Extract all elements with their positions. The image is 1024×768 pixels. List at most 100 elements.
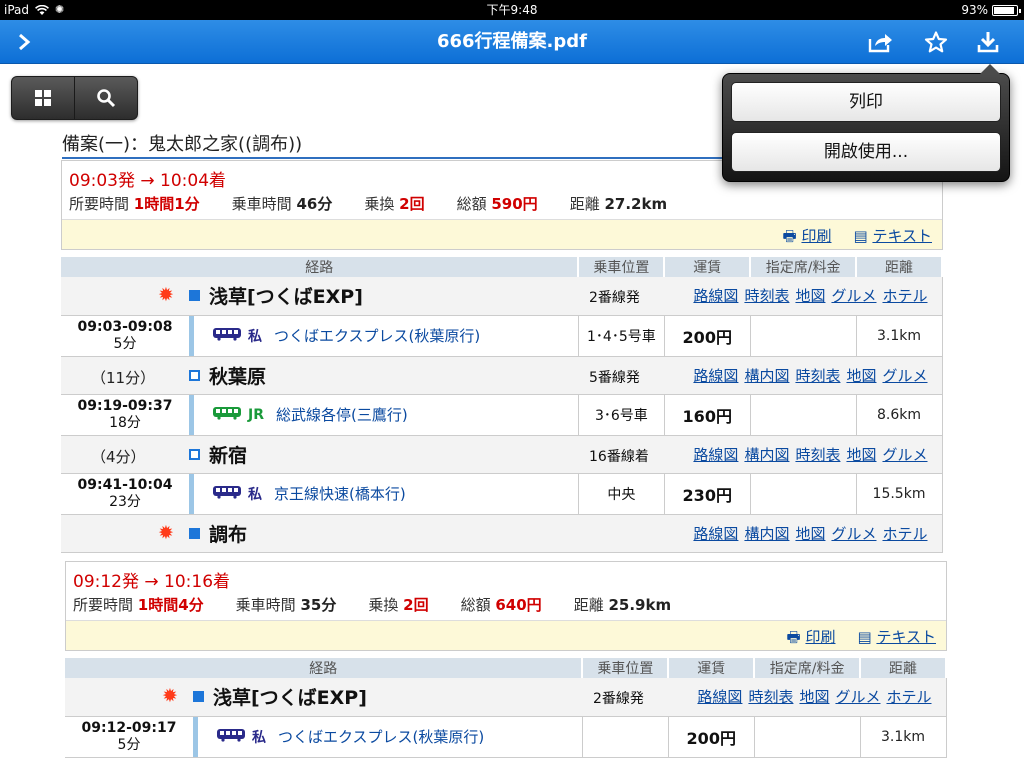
print-link-label: 印刷 xyxy=(801,227,832,245)
station-row: ✹ 調布 路線図 構内図 地図 グルメ ホテル xyxy=(61,514,943,553)
reserved-seat-fee xyxy=(750,473,857,515)
station-name: 秋葉原 xyxy=(209,365,267,388)
column-header: 距離 xyxy=(856,257,943,277)
ride-cell-inner: 09:41-10:04 23分私京王線快速(橋本行) xyxy=(61,473,578,514)
line-name-link[interactable]: 京王線快速(橋本行) xyxy=(274,483,406,504)
battery-icon xyxy=(992,4,1021,16)
open-in-button[interactable]: 開啟使用... xyxy=(731,132,1001,172)
ride-label: 乗車時間 xyxy=(231,195,292,213)
text-link[interactable]: ▤ テキスト xyxy=(853,225,932,251)
ride-time-block: 09:19-09:37 18分 xyxy=(61,395,189,435)
station-link[interactable]: 地図 xyxy=(799,688,829,706)
train-line: 私つくばエクスプレス(秋葉原行) xyxy=(189,315,578,356)
ride-row: 09:03-09:08 5分私つくばエクスプレス(秋葉原行) 1･4･5号車 200円… xyxy=(61,315,943,357)
route-table: 経路 乗車位置 運賃 指定席/料金 距離 ✹ 浅草[つくばEXP] 2番線発 路線図 時刻表 地図グ… xyxy=(65,658,947,758)
total-label: 総額 xyxy=(460,596,491,614)
fare: 200円 xyxy=(668,716,755,758)
line-name-link[interactable]: つくばエクスプレス(秋葉原行) xyxy=(278,726,484,747)
station-row: ✹ 浅草[つくばEXP] 2番線発 路線図 時刻表 地図 グルメ ホテル xyxy=(61,277,943,316)
station-cell: ✹ 調布 xyxy=(61,514,665,553)
station-link[interactable]: グルメ xyxy=(831,287,876,305)
fare: 230円 xyxy=(664,473,751,515)
navigation-bar: 666行程備案.pdf xyxy=(0,20,1024,64)
station-link[interactable]: 時刻表 xyxy=(795,446,840,464)
bookmark-button[interactable] xyxy=(920,26,952,58)
operator-badge: 私 xyxy=(252,729,266,746)
ride-value: 46分 xyxy=(296,195,333,213)
route-stats: 所要時間 1時間4分 乗車時間 35分 乗換 2回 総額 640円 距離 25.9km xyxy=(73,594,671,615)
station-links: 路線図 構内図 地図 グルメ ホテル xyxy=(664,514,943,553)
printer-icon: 🖶 xyxy=(782,227,802,245)
station-name: 新宿 xyxy=(209,444,248,467)
station-link[interactable]: ホテル xyxy=(882,287,927,305)
viewer-toolbar xyxy=(11,76,138,120)
ride-duration: 18分 xyxy=(109,414,141,431)
station-cell: ✹ 浅草[つくばEXP] 2番線発 xyxy=(65,678,669,717)
station-link[interactable]: 地図 xyxy=(846,446,876,464)
route-actions: 🖶 印刷 ▤ テキスト xyxy=(783,225,932,251)
duration-label: 所要時間 xyxy=(69,195,130,213)
ride-time: 09:19-09:37 xyxy=(77,397,173,414)
station-link[interactable]: グルメ xyxy=(831,525,876,543)
station-link[interactable]: 路線図 xyxy=(697,688,742,706)
station-link[interactable]: グルメ xyxy=(835,688,880,706)
table-header-row: 経路 乗車位置 運賃 指定席/料金 距離 xyxy=(61,257,943,277)
grid-icon xyxy=(35,90,51,106)
station-link[interactable]: 路線図 xyxy=(693,287,738,305)
download-button[interactable] xyxy=(972,26,1004,58)
station-link[interactable]: 時刻表 xyxy=(744,287,789,305)
reserved-seat-fee xyxy=(754,716,861,758)
share-button[interactable] xyxy=(864,26,896,58)
text-link[interactable]: ▤ テキスト xyxy=(857,626,936,652)
line-name-link[interactable]: つくばエクスプレス(秋葉原行) xyxy=(274,325,480,346)
station-link[interactable]: 時刻表 xyxy=(748,688,793,706)
station-row: （4分） 新宿 16番線着 路線図 構内図 時刻表 地図 グルメ xyxy=(61,435,943,474)
share-icon xyxy=(868,34,892,53)
station-square-icon xyxy=(189,290,200,301)
station-link[interactable]: ホテル xyxy=(882,525,927,543)
station-link[interactable]: 構内図 xyxy=(744,525,789,543)
status-bar: iPad ✺ 下午9:48 93% xyxy=(0,0,1024,20)
plan-title: 備案(一)：鬼太郎之家((調布)) xyxy=(62,134,303,155)
ride-cell: 09:03-09:08 5分私つくばエクスプレス(秋葉原行) xyxy=(61,315,579,357)
station-link[interactable]: 地図 xyxy=(846,367,876,385)
station-link[interactable]: 路線図 xyxy=(693,525,738,543)
ride-cell: 09:12-09:17 5分私つくばエクスプレス(秋葉原行) xyxy=(65,716,583,758)
ride-time-block: 09:41-10:04 23分 xyxy=(61,474,189,514)
print-link[interactable]: 🖶 印刷 xyxy=(787,626,836,652)
station-row: ✹ 浅草[つくばEXP] 2番線発 路線図 時刻表 地図 グルメ ホテル xyxy=(65,678,947,717)
station-link[interactable]: 構内図 xyxy=(744,446,789,464)
station-link[interactable]: 路線図 xyxy=(693,446,738,464)
duration-value: 1時間1分 xyxy=(133,195,200,213)
transfer-square-icon xyxy=(189,448,200,460)
line-name-link[interactable]: 総武線各停(三鷹行) xyxy=(276,404,408,425)
column-header: 乗車位置 xyxy=(578,257,666,277)
star-icon xyxy=(924,31,948,53)
thumbnails-button[interactable] xyxy=(12,77,74,119)
station-link[interactable]: 地図 xyxy=(795,287,825,305)
print-link[interactable]: 🖶 印刷 xyxy=(783,225,832,251)
print-button[interactable]: 列印 xyxy=(731,82,1001,122)
distance-value: 25.9km xyxy=(608,596,672,614)
station-name: 浅草[つくばEXP] xyxy=(213,687,367,710)
distance-label: 距離 xyxy=(573,596,604,614)
route-actions-bar: 🖶 印刷 ▤ テキスト xyxy=(66,620,946,650)
boarding-position xyxy=(582,716,669,758)
ride-duration: 23分 xyxy=(109,493,141,510)
station-link[interactable]: 時刻表 xyxy=(795,367,840,385)
station-square-icon xyxy=(189,527,200,539)
station-link[interactable]: ホテル xyxy=(886,688,931,706)
station-link[interactable]: 地図 xyxy=(795,525,825,543)
station-link[interactable]: グルメ xyxy=(882,446,927,464)
station-cell: （4分） 新宿 16番線着 xyxy=(61,435,665,474)
train-line: JR 総武線各停(三鷹行) xyxy=(189,394,578,435)
station-link[interactable]: 路線図 xyxy=(693,367,738,385)
station-link[interactable]: グルメ xyxy=(882,367,927,385)
transfer-wait-time: （11分） xyxy=(91,368,156,387)
train-line: 私つくばエクスプレス(秋葉原行) xyxy=(193,716,582,757)
station-links: 路線図 時刻表 地図 グルメ ホテル xyxy=(664,277,943,316)
sun-icon: ✹ xyxy=(158,284,174,306)
station-link[interactable]: 構内図 xyxy=(744,367,789,385)
ride-time-block: 09:12-09:17 5分 xyxy=(65,717,193,757)
search-button[interactable] xyxy=(75,77,137,119)
